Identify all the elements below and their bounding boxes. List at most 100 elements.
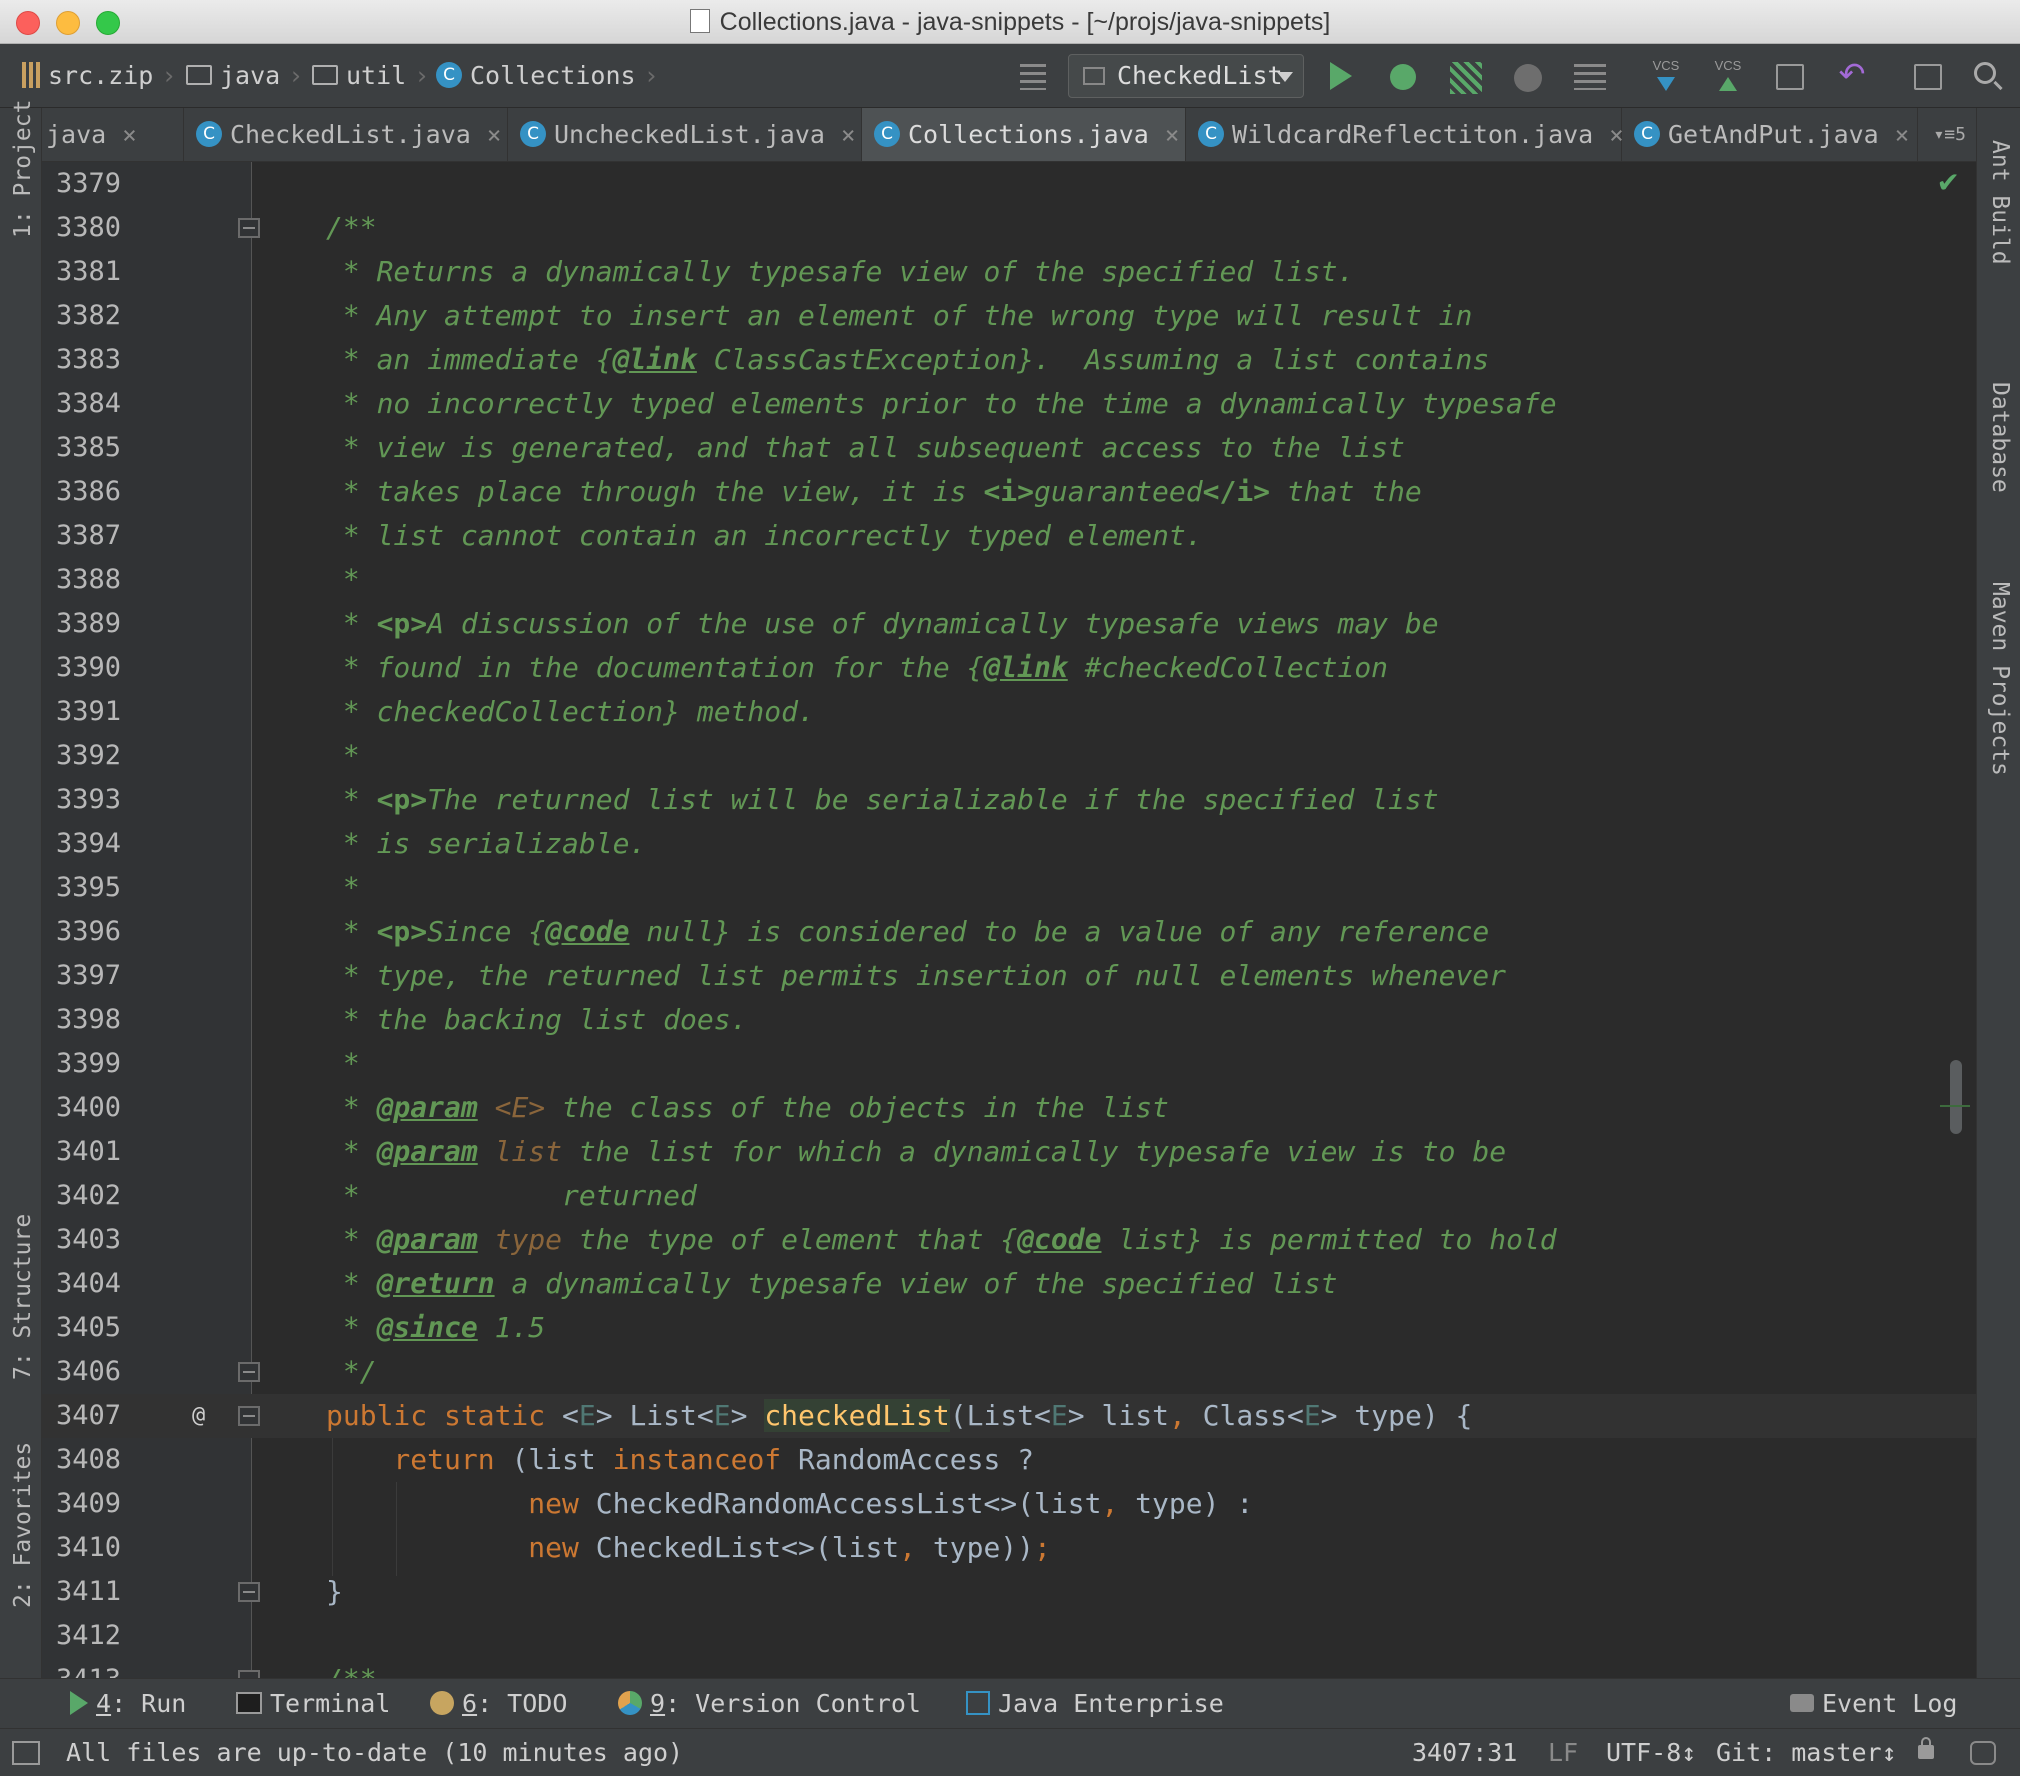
line-number[interactable]: 3409 bbox=[56, 1482, 121, 1526]
code-line[interactable]: 3406 */ bbox=[42, 1350, 1976, 1394]
code-line[interactable]: 3391 * checkedCollection} method. bbox=[42, 690, 1976, 734]
line-number[interactable]: 3386 bbox=[56, 470, 121, 514]
line-separator[interactable]: LF bbox=[1548, 1729, 1578, 1776]
run-with-coverage-icon[interactable] bbox=[1450, 62, 1482, 94]
code-line[interactable]: 3390 * found in the documentation for th… bbox=[42, 646, 1976, 690]
line-number[interactable]: 3390 bbox=[56, 646, 121, 690]
code-line[interactable]: 3396 * <p>Since {@code null} is consider… bbox=[42, 910, 1976, 954]
tab-getandput[interactable]: C GetAndPut.java × bbox=[1622, 108, 1918, 161]
build-project-icon[interactable] bbox=[1020, 64, 1046, 90]
tab-checkedlist[interactable]: C CheckedList.java × bbox=[184, 108, 508, 161]
ant-build-tool-tab[interactable]: Ant Build bbox=[1987, 140, 2013, 265]
code-line[interactable]: 3405 * @since 1.5 bbox=[42, 1306, 1976, 1350]
revert-icon[interactable]: ↶ bbox=[1836, 58, 1868, 90]
vertical-scrollbar[interactable] bbox=[1950, 1060, 1962, 1134]
line-number[interactable]: 3399 bbox=[56, 1042, 121, 1086]
fold-marker-icon[interactable] bbox=[238, 1670, 260, 1678]
run-configuration-select[interactable]: CheckedList bbox=[1068, 54, 1304, 98]
code-line[interactable]: 3409 new CheckedRandomAccessList<>(list,… bbox=[42, 1482, 1976, 1526]
line-number[interactable]: 3413 bbox=[56, 1658, 121, 1678]
database-tool-tab[interactable]: Database bbox=[1987, 382, 2013, 493]
code-line[interactable]: 3388 * bbox=[42, 558, 1976, 602]
code-line[interactable]: 3413 /** bbox=[42, 1658, 1976, 1678]
code-line[interactable]: 3398 * the backing list does. bbox=[42, 998, 1976, 1042]
breadcrumb-util[interactable]: util › bbox=[312, 44, 429, 108]
git-branch[interactable]: Git: master↕ bbox=[1716, 1729, 1897, 1776]
close-icon[interactable]: × bbox=[487, 121, 501, 149]
line-number[interactable]: 3394 bbox=[56, 822, 121, 866]
code-line[interactable]: 3380 /** bbox=[42, 206, 1976, 250]
code-line[interactable]: 3395 * bbox=[42, 866, 1976, 910]
tab-wildcardreflectiton[interactable]: C WildcardReflectiton.java × bbox=[1186, 108, 1624, 161]
line-number[interactable]: 3379 bbox=[56, 162, 121, 206]
code-line[interactable]: 3384 * no incorrectly typed elements pri… bbox=[42, 382, 1976, 426]
tab-java[interactable]: java × bbox=[42, 108, 184, 161]
line-number[interactable]: 3389 bbox=[56, 602, 121, 646]
inspector-face-icon[interactable] bbox=[1970, 1741, 1996, 1765]
code-line[interactable]: 3401 * @param list the list for which a … bbox=[42, 1130, 1976, 1174]
tab-collections[interactable]: C Collections.java × bbox=[862, 108, 1186, 161]
fold-marker-icon[interactable] bbox=[238, 1582, 260, 1602]
code-editor[interactable]: 3379 3380 /** 3381 * Returns a dynamically … bbox=[42, 162, 1976, 1678]
line-number[interactable]: 3401 bbox=[56, 1130, 121, 1174]
line-number[interactable]: 3385 bbox=[56, 426, 121, 470]
run-tool-button[interactable]: 4: Run bbox=[70, 1679, 186, 1729]
line-number[interactable]: 3410 bbox=[56, 1526, 121, 1570]
code-line[interactable]: 3411} bbox=[42, 1570, 1976, 1614]
breadcrumb-collections[interactable]: C Collections › bbox=[436, 44, 659, 108]
java-enterprise-tool-button[interactable]: Java Enterprise bbox=[966, 1679, 1224, 1729]
vcs-update-icon[interactable]: VCS bbox=[1650, 58, 1682, 91]
code-line[interactable]: 3402 * returned bbox=[42, 1174, 1976, 1218]
line-number[interactable]: 3396 bbox=[56, 910, 121, 954]
code-line[interactable]: 3407 @ public static <E> List<E> checkedLi… bbox=[42, 1394, 1976, 1438]
line-number[interactable]: 3381 bbox=[56, 250, 121, 294]
code-line[interactable]: 3382 * Any attempt to insert an element … bbox=[42, 294, 1976, 338]
todo-tool-button[interactable]: 6: TODO bbox=[430, 1679, 567, 1729]
project-tool-tab[interactable]: 1: Project bbox=[10, 100, 36, 238]
code-line[interactable]: 3400 * @param <E> the class of the objec… bbox=[42, 1086, 1976, 1130]
event-log-tool-button[interactable]: Event Log bbox=[1790, 1679, 1957, 1729]
code-line[interactable]: 3381 * Returns a dynamically typesafe vi… bbox=[42, 250, 1976, 294]
code-line[interactable]: 3404 * @return a dynamically typesafe vi… bbox=[42, 1262, 1976, 1306]
favorites-tool-tab[interactable]: 2: Favorites bbox=[10, 1442, 36, 1608]
line-number[interactable]: 3402 bbox=[56, 1174, 121, 1218]
file-encoding[interactable]: UTF-8↕ bbox=[1606, 1729, 1696, 1776]
structure-tool-tab[interactable]: 7: Structure bbox=[10, 1214, 36, 1380]
code-line[interactable]: 3393 * <p>The returned list will be seri… bbox=[42, 778, 1976, 822]
lock-icon[interactable] bbox=[1918, 1737, 1934, 1759]
fold-marker-icon[interactable] bbox=[238, 1362, 260, 1382]
line-number[interactable]: 3392 bbox=[56, 734, 121, 778]
close-icon[interactable]: × bbox=[122, 121, 136, 149]
code-line[interactable]: 3410 new CheckedList<>(list, type)); bbox=[42, 1526, 1976, 1570]
code-line[interactable]: 3403 * @param type the type of element t… bbox=[42, 1218, 1976, 1262]
version-control-tool-button[interactable]: 9: Version Control bbox=[618, 1679, 921, 1729]
annotation-gutter-icon[interactable]: @ bbox=[192, 1394, 205, 1438]
breadcrumb-java[interactable]: java › bbox=[186, 44, 303, 108]
line-number[interactable]: 3397 bbox=[56, 954, 121, 998]
line-number[interactable]: 3391 bbox=[56, 690, 121, 734]
vcs-history-icon[interactable] bbox=[1776, 64, 1804, 90]
line-number[interactable]: 3395 bbox=[56, 866, 121, 910]
close-icon[interactable]: × bbox=[1165, 121, 1179, 149]
code-line[interactable]: 3392 * bbox=[42, 734, 1976, 778]
stop-icon[interactable] bbox=[1514, 64, 1542, 92]
code-line[interactable]: 3399 * bbox=[42, 1042, 1976, 1086]
fold-marker-icon[interactable] bbox=[238, 218, 260, 238]
code-line[interactable]: 3379 bbox=[42, 162, 1976, 206]
code-line[interactable]: 3383 * an immediate {@link ClassCastExce… bbox=[42, 338, 1976, 382]
tab-uncheckedlist[interactable]: C UncheckedList.java × bbox=[508, 108, 862, 161]
code-line[interactable]: 3412 bbox=[42, 1614, 1976, 1658]
line-number[interactable]: 3398 bbox=[56, 998, 121, 1042]
vcs-commit-icon[interactable]: VCS bbox=[1712, 58, 1744, 91]
code-line[interactable]: 3394 * is serializable. bbox=[42, 822, 1976, 866]
line-number[interactable]: 3387 bbox=[56, 514, 121, 558]
close-icon[interactable]: × bbox=[1895, 121, 1909, 149]
line-number[interactable]: 3403 bbox=[56, 1218, 121, 1262]
line-number[interactable]: 3412 bbox=[56, 1614, 121, 1658]
line-number[interactable]: 3405 bbox=[56, 1306, 121, 1350]
code-line[interactable]: 3408 return (list instanceof RandomAcces… bbox=[42, 1438, 1976, 1482]
line-number[interactable]: 3406 bbox=[56, 1350, 121, 1394]
maven-projects-tool-tab[interactable]: Maven Projects bbox=[1987, 582, 2013, 776]
line-number[interactable]: 3382 bbox=[56, 294, 121, 338]
code-line[interactable]: 3385 * view is generated, and that all s… bbox=[42, 426, 1976, 470]
